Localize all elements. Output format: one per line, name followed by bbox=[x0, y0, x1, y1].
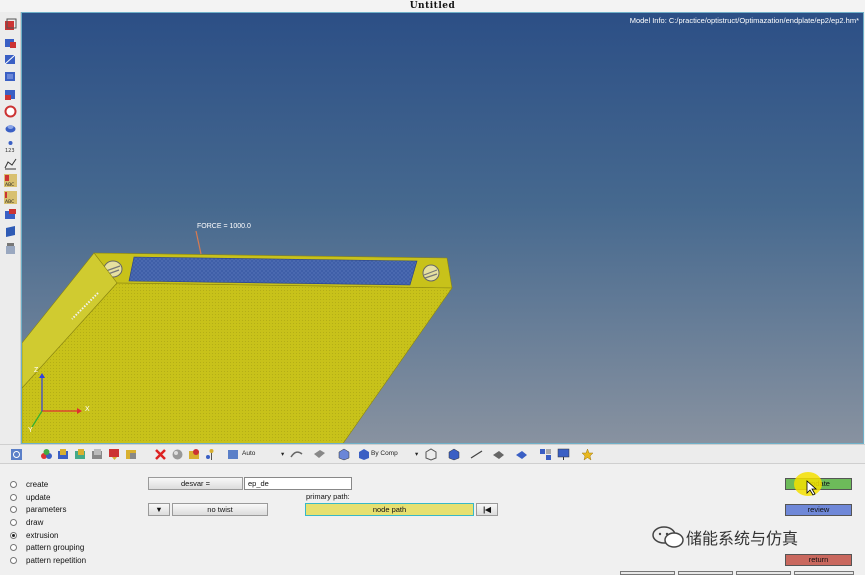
radio-extrusion[interactable]: extrusion bbox=[10, 529, 58, 541]
return-button[interactable]: return bbox=[785, 554, 852, 566]
material-icon[interactable] bbox=[4, 36, 17, 49]
watermark: 储能系统与仿真 bbox=[650, 525, 798, 549]
plane-icon[interactable] bbox=[4, 225, 17, 238]
node-path-selector[interactable]: node path bbox=[305, 503, 474, 516]
system-icon[interactable] bbox=[4, 88, 17, 101]
force-label: FORCE = 1000.0 bbox=[197, 223, 251, 230]
auto-display-icon[interactable] bbox=[227, 448, 240, 461]
status-bar bbox=[600, 571, 865, 575]
desvar-value-field[interactable]: ep_de bbox=[244, 477, 352, 490]
desvar-selector[interactable]: desvar = bbox=[148, 477, 243, 490]
color-by-comp-icon[interactable] bbox=[357, 448, 370, 461]
surface-layer-icon[interactable] bbox=[492, 448, 505, 461]
svg-text:ABC: ABC bbox=[5, 182, 14, 187]
z-axis-label: Z bbox=[34, 367, 39, 374]
favorite-star-icon[interactable] bbox=[581, 448, 594, 461]
component-display-icon[interactable] bbox=[40, 448, 53, 461]
element-mesh-icon[interactable] bbox=[424, 448, 437, 461]
grid-icon[interactable] bbox=[539, 448, 552, 461]
twist-dropdown-arrow[interactable]: ▼ bbox=[148, 503, 170, 516]
radio-parameters[interactable]: parameters bbox=[10, 503, 66, 515]
radio-dot[interactable] bbox=[10, 543, 17, 551]
radio-dot[interactable] bbox=[10, 518, 17, 526]
lighting-icon[interactable] bbox=[290, 448, 303, 461]
watermark-text: 储能系统与仿真 bbox=[686, 529, 799, 548]
rotate-view-icon[interactable] bbox=[10, 448, 23, 461]
graphics-viewport[interactable]: Model Info: C:/practice/optistruct/Optim… bbox=[21, 12, 864, 444]
curve-icon[interactable] bbox=[4, 157, 17, 170]
auto-dropdown[interactable]: Auto bbox=[242, 450, 255, 457]
property-icon[interactable] bbox=[4, 53, 17, 66]
window-title: Untitled bbox=[0, 0, 865, 12]
x-axis-label: X bbox=[85, 406, 90, 413]
radio-dot-selected[interactable] bbox=[10, 531, 17, 539]
review-button[interactable]: review bbox=[785, 504, 852, 516]
left-toolbar: 123 ABC ABC bbox=[0, 12, 21, 444]
svg-text:ABC: ABC bbox=[5, 199, 14, 204]
component-icon[interactable] bbox=[4, 18, 17, 31]
line-icon[interactable] bbox=[470, 448, 483, 461]
by-comp-dropdown[interactable]: By Comp bbox=[371, 450, 398, 457]
model-view bbox=[22, 230, 453, 443]
abc-label-icon[interactable]: ABC bbox=[4, 174, 17, 187]
set-icon[interactable] bbox=[4, 105, 17, 118]
main-toolbar: Auto ▾ By Comp ▾ bbox=[0, 444, 865, 464]
radio-dot[interactable] bbox=[10, 505, 17, 513]
by-comp-dropdown-arrow[interactable]: ▾ bbox=[415, 450, 418, 458]
isolate-icon[interactable] bbox=[125, 448, 138, 461]
svg-text:123: 123 bbox=[5, 148, 15, 153]
force-arrow bbox=[195, 230, 202, 255]
shaded-cube-icon[interactable] bbox=[337, 448, 350, 461]
sphere-icon[interactable] bbox=[171, 448, 184, 461]
hide-icon[interactable] bbox=[108, 448, 121, 461]
y-axis-label: Y bbox=[28, 427, 33, 434]
unmask-icon[interactable] bbox=[74, 448, 87, 461]
radio-create[interactable]: create bbox=[10, 478, 48, 490]
radio-dot[interactable] bbox=[10, 493, 17, 501]
radio-draw[interactable]: draw bbox=[10, 516, 43, 528]
tree-icon[interactable] bbox=[205, 448, 218, 461]
radio-dot[interactable] bbox=[10, 480, 17, 488]
lines-panel: create update parameters draw extrusion … bbox=[0, 465, 865, 575]
radio-pattern-repetition[interactable]: pattern repetition bbox=[10, 554, 86, 566]
mesh-icon[interactable] bbox=[4, 208, 17, 221]
delete-icon[interactable] bbox=[154, 448, 167, 461]
shade-icon[interactable] bbox=[91, 448, 104, 461]
surface-icon[interactable] bbox=[4, 122, 17, 135]
design-space-slot bbox=[128, 256, 418, 286]
primary-path-label: primary path: bbox=[306, 492, 350, 501]
radio-pattern-grouping[interactable]: pattern grouping bbox=[10, 541, 84, 553]
wechat-icon bbox=[652, 526, 684, 548]
twist-option-button[interactable]: no twist bbox=[172, 503, 268, 516]
radio-dot[interactable] bbox=[10, 556, 17, 564]
abc-label-icon-2[interactable]: ABC bbox=[4, 191, 17, 204]
solid-layer-icon[interactable] bbox=[515, 448, 528, 461]
monitor-icon[interactable] bbox=[557, 448, 570, 461]
wireframe-icon[interactable] bbox=[313, 448, 326, 461]
bottle-icon[interactable] bbox=[4, 242, 17, 255]
id-info-icon[interactable]: 123 bbox=[4, 140, 17, 153]
cursor-highlight bbox=[794, 472, 822, 496]
mask-icon[interactable] bbox=[57, 448, 70, 461]
load-collector-icon[interactable] bbox=[4, 70, 17, 83]
radio-update[interactable]: update bbox=[10, 491, 50, 503]
reset-selection-button[interactable]: |◀ bbox=[476, 503, 498, 516]
element-shaded-icon[interactable] bbox=[447, 448, 460, 461]
palette-icon[interactable] bbox=[188, 448, 201, 461]
auto-dropdown-arrow[interactable]: ▾ bbox=[281, 450, 284, 458]
bolt-hole-right bbox=[422, 264, 440, 282]
